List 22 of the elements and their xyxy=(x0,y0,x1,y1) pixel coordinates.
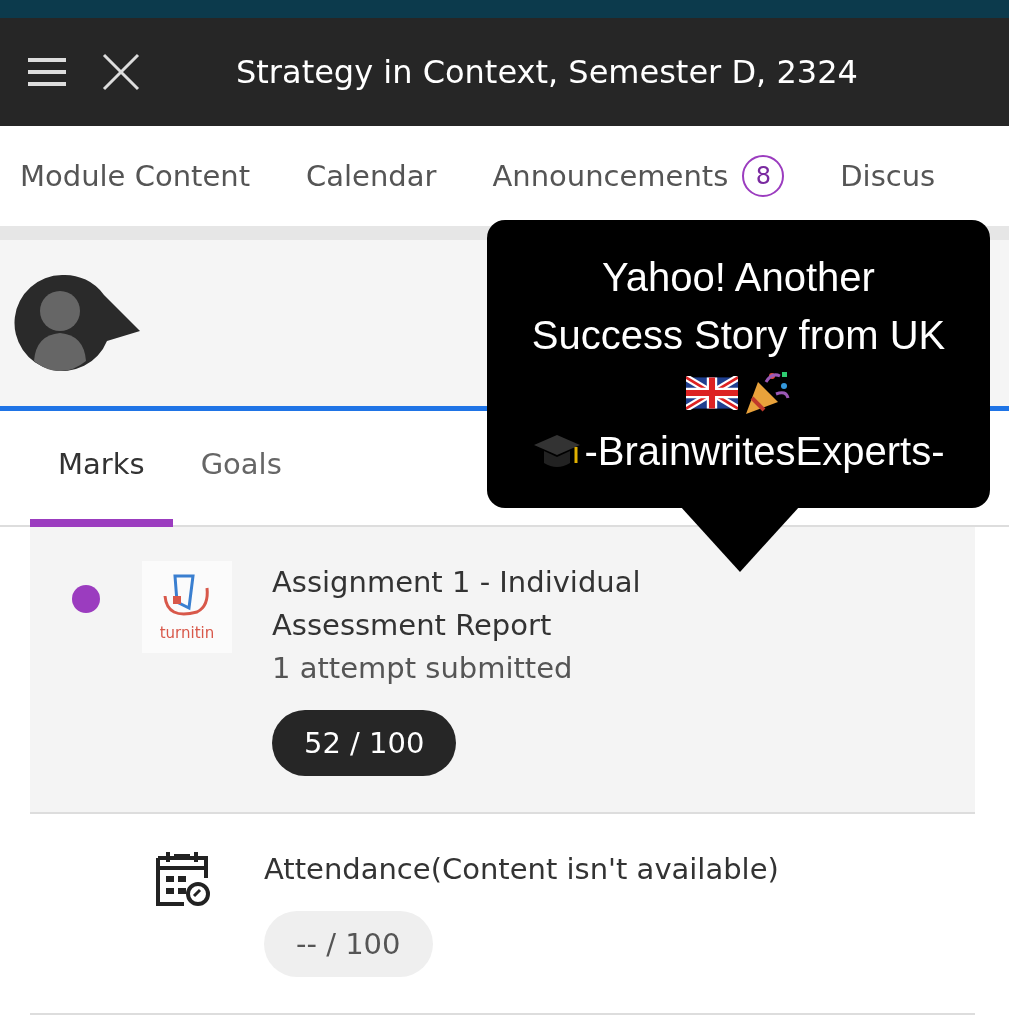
item-subtitle: 1 attempt submitted xyxy=(272,650,574,687)
marks-tab[interactable]: Goals xyxy=(172,411,310,527)
callout-text: Yahoo! Another xyxy=(602,254,875,301)
nav-tab[interactable]: Module Content xyxy=(20,155,250,197)
nav-tab[interactable]: Announcements 8 xyxy=(492,151,785,201)
item-title: Assignment 1 - Individual Assessment Report xyxy=(272,564,642,644)
course-title: Strategy in Context, Semester D, 2324 xyxy=(236,53,858,91)
count-badge: 8 xyxy=(742,155,785,197)
grade-pill: -- / 100 xyxy=(264,911,433,977)
avatar-icon xyxy=(12,273,142,373)
menu-icon[interactable] xyxy=(28,57,66,87)
flag-icon xyxy=(685,376,738,410)
callout-text: Success Story from UK xyxy=(531,312,946,359)
callout-signature: -BrainwritesExperts- xyxy=(584,428,945,475)
close-icon[interactable] xyxy=(102,53,140,91)
nav-tab[interactable]: Calendar xyxy=(306,155,437,197)
item-title: Attendance(Content isn't available) xyxy=(264,851,779,888)
nav-tab[interactable]: Discus xyxy=(840,155,936,197)
grade-pill: 52 / 100 xyxy=(272,710,457,776)
grade-item[interactable]: Attendance(Content isn't available) -- / 100 xyxy=(30,814,975,1015)
turnitin-logo: turnitin xyxy=(142,561,232,653)
grade-item[interactable]: turnitin Assignment 1 - Individual Assessment Report 1 attempt submitted 52 / 100 xyxy=(30,527,975,814)
